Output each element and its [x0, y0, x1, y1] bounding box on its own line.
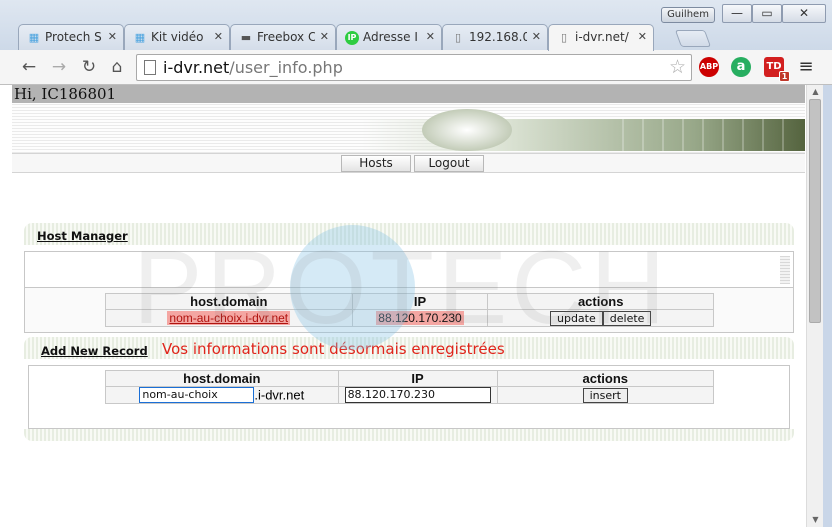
maximize-button[interactable]: ▭ — [752, 4, 782, 23]
greeting-bar: Hi, IC186801 — [12, 85, 805, 103]
browser-menu-icon[interactable]: ≡ — [796, 57, 816, 77]
scroll-down-icon[interactable]: ▼ — [807, 513, 824, 527]
domain-suffix: .i-dvr.net — [254, 387, 305, 403]
address-bar[interactable]: i-dvr.net/user_info.php ☆ — [136, 54, 692, 81]
success-message: Vos informations sont désormais enregist… — [162, 340, 505, 358]
reload-icon[interactable]: ↻ — [78, 56, 100, 78]
header-banner — [12, 103, 805, 153]
new-domain-cell: nom-au-choix .i-dvr.net — [105, 386, 339, 404]
insert-cell: insert — [496, 386, 715, 404]
nav-hosts-link[interactable]: Hosts — [341, 155, 411, 172]
add-record-table: host.domain IP actions nom-au-choix .i-dv… — [105, 370, 715, 404]
forward-arrow-icon[interactable]: → — [48, 56, 70, 78]
delete-button[interactable]: delete — [602, 310, 652, 326]
update-button[interactable]: update — [550, 310, 603, 326]
column-header-actions: actions — [487, 293, 714, 310]
banner-art — [362, 109, 805, 151]
tab-kit-video[interactable]: ▦ Kit vidéo ✕ — [124, 24, 230, 50]
column-header-actions: actions — [496, 370, 715, 387]
page-scrollbar[interactable]: ▲ ▼ — [806, 85, 823, 527]
minimize-button[interactable]: — — [722, 4, 752, 23]
page-viewport: Hi, IC186801 Hosts Logout PROTECH Host M… — [0, 85, 832, 527]
host-domain-cell: nom-au-choix.i-dvr.net — [105, 309, 353, 327]
host-manager-header: Host Manager — [24, 223, 794, 245]
tab-192-168[interactable]: ▯ 192.168.0 ✕ — [442, 24, 548, 50]
close-window-button[interactable]: ✕ — [782, 4, 826, 23]
bookmark-star-icon[interactable]: ☆ — [669, 56, 686, 78]
nav-logout-link[interactable]: Logout — [414, 155, 484, 172]
column-header-domain: host.domain — [105, 370, 339, 387]
tab-title: Freebox C — [257, 30, 315, 44]
tab-strip: ▦ Protech S ✕ ▦ Kit vidéo ✕ ▬ Freebox C … — [18, 24, 718, 51]
column-header-ip: IP — [351, 293, 489, 310]
url-text[interactable]: i-dvr.net/user_info.php — [163, 58, 343, 77]
host-manager-top-panel — [24, 251, 794, 287]
add-record-title[interactable]: Add New Record — [41, 344, 148, 358]
window-right-edge — [823, 85, 832, 527]
url-path: /user_info.php — [229, 58, 343, 77]
host-domain-link[interactable]: nom-au-choix.i-dvr.net — [167, 311, 291, 325]
tab-adresse-ip[interactable]: IP Adresse I ✕ — [336, 24, 442, 50]
table-row: nom-au-choix .i-dvr.net 88.120.170.230 in… — [105, 386, 715, 404]
table-header-row: host.domain IP actions — [105, 370, 715, 387]
new-domain-input[interactable]: nom-au-choix — [139, 387, 255, 403]
page-favicon-icon: ▯ — [560, 31, 568, 44]
profile-badge[interactable]: Guilhem — [661, 7, 715, 23]
tab-title: 192.168.0 — [469, 30, 527, 44]
add-record-header: Add New Record Vos informations sont dés… — [24, 337, 794, 359]
insert-button[interactable]: insert — [582, 387, 628, 403]
panel-scroll-stub — [780, 256, 790, 284]
scroll-thumb[interactable] — [809, 99, 821, 323]
new-ip-cell: 88.120.170.230 — [337, 386, 498, 404]
table-row: nom-au-choix.i-dvr.net 88.120.170.230 up… — [105, 309, 714, 327]
freebox-favicon-icon: ▬ — [240, 31, 252, 44]
green-extension-icon[interactable]: a — [731, 57, 751, 77]
host-manager-title[interactable]: Host Manager — [37, 229, 128, 243]
page-favicon-icon: ▯ — [454, 31, 462, 44]
browser-toolbar: ← → ↻ ⌂ i-dvr.net/user_info.php ☆ ABP a … — [0, 50, 832, 85]
tab-close-icon[interactable]: ✕ — [320, 30, 329, 43]
host-actions-cell: update delete — [487, 309, 714, 327]
home-icon[interactable]: ⌂ — [106, 56, 128, 78]
host-ip-value: 88.120.170.230 — [376, 311, 464, 325]
scroll-up-icon[interactable]: ▲ — [807, 85, 824, 99]
tab-title: i-dvr.net/ — [575, 30, 629, 44]
back-arrow-icon[interactable]: ← — [18, 56, 40, 78]
tab-protech[interactable]: ▦ Protech S ✕ — [18, 24, 124, 50]
host-ip-cell: 88.120.170.230 — [351, 309, 489, 327]
column-header-domain: host.domain — [105, 293, 353, 310]
add-record-footer — [24, 429, 794, 441]
td-extension-badge: 1 — [779, 71, 790, 82]
new-ip-input[interactable]: 88.120.170.230 — [344, 387, 491, 403]
table-header-row: host.domain IP actions — [105, 293, 714, 310]
protech-favicon-icon: ▦ — [28, 31, 40, 44]
tab-title: Protech S — [45, 30, 102, 44]
tab-close-icon[interactable]: ✕ — [214, 30, 223, 43]
url-host: i-dvr.net — [163, 58, 230, 77]
tab-title: Kit vidéo — [151, 30, 204, 44]
new-tab-button[interactable] — [674, 30, 712, 47]
column-header-ip: IP — [337, 370, 498, 387]
tab-freebox[interactable]: ▬ Freebox C ✕ — [230, 24, 336, 50]
page-icon — [144, 60, 156, 75]
tab-close-icon[interactable]: ✕ — [426, 30, 435, 43]
ip-favicon-icon: IP — [345, 31, 359, 45]
host-table: host.domain IP actions nom-au-choix.i-dv… — [105, 293, 714, 327]
protech-favicon-icon: ▦ — [134, 31, 146, 44]
tab-i-dvr[interactable]: ▯ i-dvr.net/ ✕ — [548, 24, 654, 51]
tab-close-icon[interactable]: ✕ — [532, 30, 541, 43]
tab-close-icon[interactable]: ✕ — [108, 30, 117, 43]
adblock-plus-icon[interactable]: ABP — [699, 57, 719, 77]
window-titlebar: Guilhem — ▭ ✕ ▦ Protech S ✕ ▦ Kit vidéo … — [0, 0, 832, 51]
tab-close-icon[interactable]: ✕ — [638, 30, 647, 43]
site-nav: Hosts Logout — [12, 153, 805, 173]
td-extension-icon[interactable]: TD 1 — [764, 57, 790, 82]
tab-title: Adresse I — [363, 30, 418, 44]
